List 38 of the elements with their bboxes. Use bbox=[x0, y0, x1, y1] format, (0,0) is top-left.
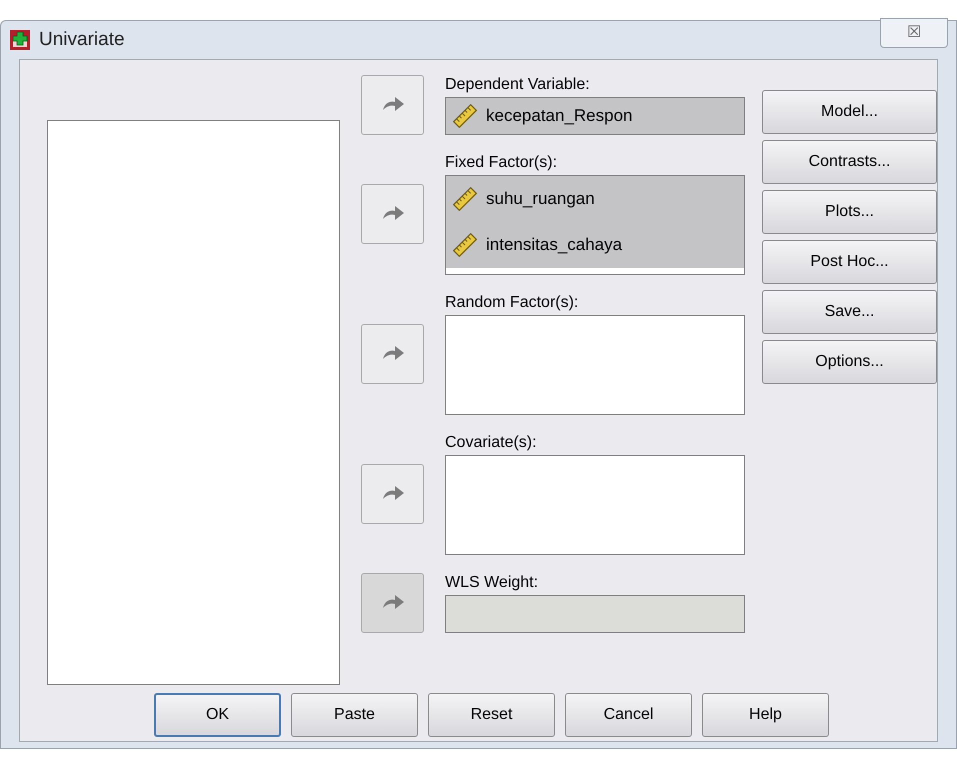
field-label: Covariate(s): bbox=[445, 433, 538, 453]
variable-item[interactable]: intensitas_cahaya bbox=[446, 222, 744, 268]
variable-item[interactable]: kecepatan_Respon bbox=[446, 98, 744, 134]
dialog-button[interactable]: Reset bbox=[428, 693, 555, 737]
variable-name: kecepatan_Respon bbox=[486, 105, 633, 128]
dialog-button[interactable]: Model... bbox=[762, 90, 937, 134]
variable-list[interactable] bbox=[445, 315, 745, 415]
dialog-button[interactable]: Plots... bbox=[762, 190, 937, 234]
dialog-button[interactable]: Save... bbox=[762, 290, 937, 334]
field-label: Fixed Factor(s): bbox=[445, 153, 558, 173]
move-button[interactable] bbox=[361, 184, 424, 244]
move-button[interactable] bbox=[361, 75, 424, 135]
arrow-icon bbox=[380, 205, 404, 223]
variable-name: suhu_ruangan bbox=[486, 188, 595, 210]
dialog-button[interactable]: Options... bbox=[762, 340, 937, 384]
dialog-button[interactable]: OK bbox=[154, 693, 281, 737]
field-label: Dependent Variable: bbox=[445, 75, 591, 95]
arrow-icon bbox=[380, 594, 404, 612]
window-title: Univariate bbox=[39, 28, 125, 52]
app-icon bbox=[9, 29, 31, 51]
arrow-icon bbox=[380, 96, 404, 114]
dialog-button[interactable]: Post Hoc... bbox=[762, 240, 937, 284]
move-button[interactable] bbox=[361, 324, 424, 384]
dialog-button[interactable]: Cancel bbox=[565, 693, 692, 737]
dialog-button[interactable]: Contrasts... bbox=[762, 140, 937, 184]
field-label: Random Factor(s): bbox=[445, 293, 580, 313]
variable-item[interactable]: suhu_ruangan bbox=[446, 176, 744, 222]
variable-list[interactable] bbox=[445, 455, 745, 555]
dialog-button[interactable]: Paste bbox=[291, 693, 418, 737]
field-label: WLS Weight: bbox=[445, 573, 540, 593]
dialog-button[interactable]: Help bbox=[702, 693, 829, 737]
move-button[interactable] bbox=[361, 573, 424, 633]
arrow-icon bbox=[380, 345, 404, 363]
move-button[interactable] bbox=[361, 464, 424, 524]
arrow-icon bbox=[380, 485, 404, 503]
variable-list[interactable]: suhu_ruangan intensitas_cahaya bbox=[445, 175, 745, 275]
variable-name: intensitas_cahaya bbox=[486, 234, 622, 256]
close-button[interactable]: ☒ bbox=[880, 18, 948, 48]
